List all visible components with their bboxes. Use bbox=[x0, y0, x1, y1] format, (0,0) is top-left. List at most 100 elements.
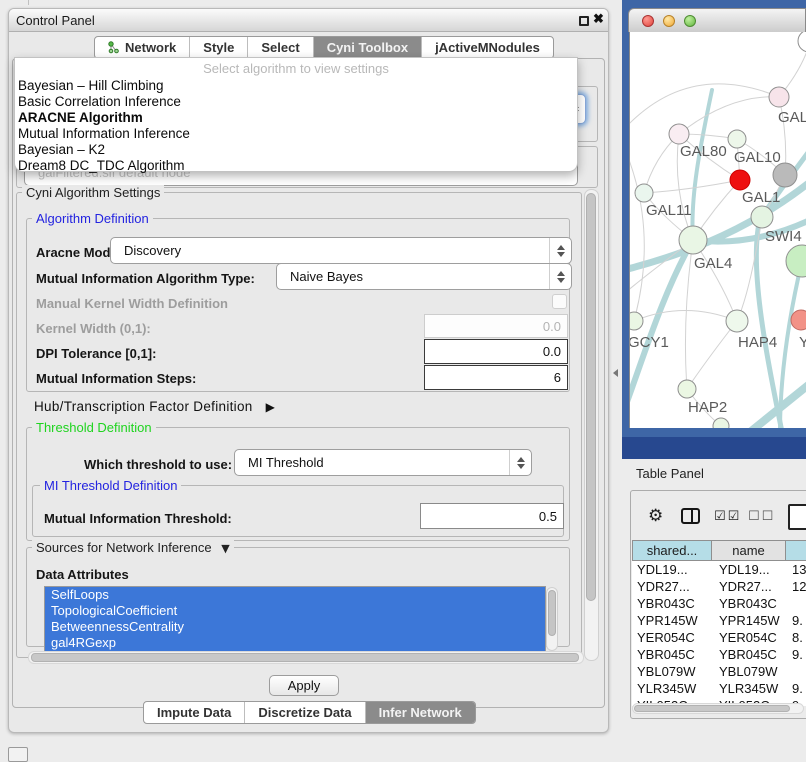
which-threshold-combo[interactable]: MI Threshold bbox=[234, 449, 532, 476]
algorithm-option[interactable]: Bayesian – K2 bbox=[15, 142, 577, 158]
algorithm-option[interactable]: Dream8 DC_TDC Algorithm bbox=[15, 158, 577, 174]
network-graph: GAL GAL80 GAL10 GAL1 GAL11 SWI4 GAL4 GCY… bbox=[630, 32, 806, 428]
mi-algorithm-type-combo[interactable]: Naive Bayes bbox=[276, 263, 572, 290]
attribute-item-selected[interactable]: gal4RGexp bbox=[45, 635, 545, 651]
data-attributes-list: SelfLoops TopologicalCoefficient Between… bbox=[44, 586, 546, 652]
combo-spinner-icon bbox=[549, 238, 571, 263]
node-GAL1[interactable] bbox=[730, 170, 750, 190]
checked-boxes-icon[interactable]: ☑☑ bbox=[714, 509, 741, 524]
mi-steps-field[interactable]: 6 bbox=[424, 365, 568, 390]
table-hscrollbar[interactable] bbox=[632, 703, 804, 714]
algorithm-option-selected[interactable]: ARACNE Algorithm bbox=[15, 110, 577, 126]
hub-definition-toggle[interactable]: Hub/Transcription Factor Definition ▶ bbox=[34, 399, 275, 414]
column-header-partial[interactable] bbox=[785, 540, 806, 561]
close-panel-icon[interactable]: ✖ bbox=[593, 11, 604, 27]
apply-button[interactable]: Apply bbox=[269, 675, 339, 696]
node-unlabeled-green[interactable] bbox=[786, 245, 806, 277]
table-row[interactable]: YLR345WYLR345W9. bbox=[632, 680, 806, 697]
node-SWI4[interactable] bbox=[751, 206, 773, 228]
cell-shared: YBR043C bbox=[632, 596, 711, 611]
tab-select-label: Select bbox=[261, 40, 299, 55]
node-label-GCY1: GCY1 bbox=[630, 334, 669, 351]
cell-value: 9. bbox=[785, 613, 803, 628]
tab-style[interactable]: Style bbox=[189, 37, 247, 58]
node-unlabeled-top[interactable] bbox=[798, 32, 806, 52]
node-GAL[interactable] bbox=[769, 87, 789, 107]
settings-scrollbar[interactable] bbox=[584, 189, 599, 661]
settings-hscrollbar-thumb[interactable] bbox=[31, 653, 579, 662]
tab-cyni-toolbox[interactable]: Cyni Toolbox bbox=[313, 37, 421, 58]
split-columns-icon[interactable] bbox=[681, 508, 700, 524]
node-label-GAL10: GAL10 bbox=[734, 149, 781, 166]
tab-jactivemnodules[interactable]: jActiveMNodules bbox=[421, 37, 553, 58]
node-Y[interactable] bbox=[791, 310, 806, 330]
aracne-mode-combo[interactable]: Discovery bbox=[110, 237, 572, 264]
node-HAP2[interactable] bbox=[678, 380, 696, 398]
data-attributes-label: Data Attributes bbox=[36, 567, 129, 582]
dpi-tolerance-field[interactable]: 0.0 bbox=[424, 339, 568, 364]
manual-kernel-width-checkbox[interactable] bbox=[552, 294, 567, 309]
cell-shared: YPR145W bbox=[632, 613, 711, 628]
table-hscrollbar-thumb[interactable] bbox=[634, 705, 790, 712]
attributes-list-scrollbar[interactable] bbox=[546, 587, 558, 651]
attributes-list-scrollbar-thumb[interactable] bbox=[548, 590, 556, 636]
panel-divider-grip-icon[interactable] bbox=[613, 369, 618, 377]
tab-network[interactable]: Network bbox=[95, 37, 189, 58]
tab-network-label: Network bbox=[125, 40, 176, 55]
node-label-GAL80: GAL80 bbox=[680, 143, 727, 160]
table-row[interactable]: YPR145WYPR145W9. bbox=[632, 612, 806, 629]
node-GAL80[interactable] bbox=[669, 124, 689, 144]
tab-infer-network[interactable]: Infer Network bbox=[365, 702, 475, 723]
algorithm-option[interactable]: Basic Correlation Inference bbox=[15, 94, 577, 110]
window-minimize-button[interactable] bbox=[663, 15, 675, 27]
column-header-name[interactable]: name bbox=[711, 540, 786, 561]
node-HAP4[interactable] bbox=[726, 310, 748, 332]
node-unlabeled-gray[interactable] bbox=[773, 163, 797, 187]
tab-select[interactable]: Select bbox=[247, 37, 312, 58]
node-unlabeled-bottom[interactable] bbox=[713, 418, 729, 428]
column-header-shared[interactable]: shared... bbox=[632, 540, 712, 561]
control-panel-titlebar[interactable] bbox=[9, 9, 608, 32]
tab-discretize-data[interactable]: Discretize Data bbox=[244, 702, 364, 723]
table-row[interactable]: YBR043CYBR043C bbox=[632, 595, 806, 612]
algorithm-option[interactable]: Mutual Information Inference bbox=[15, 126, 577, 142]
unchecked-boxes-icon[interactable]: ☐☐ bbox=[748, 509, 775, 524]
settings-hscrollbar[interactable] bbox=[28, 651, 584, 664]
table-body: YDL19...YDL19...13 YDR27...YDR27...12 YB… bbox=[632, 561, 806, 706]
network-canvas[interactable]: GAL GAL80 GAL10 GAL1 GAL11 SWI4 GAL4 GCY… bbox=[629, 32, 806, 428]
kernel-width-field[interactable]: 0.0 bbox=[424, 314, 568, 338]
expand-right-arrow-icon[interactable]: ▶ bbox=[266, 400, 276, 414]
control-panel-tabbar: Network Style Select Cyni Toolbox jActiv… bbox=[94, 36, 554, 59]
hub-definition-label: Hub/Transcription Factor Definition bbox=[34, 399, 253, 414]
collapse-down-arrow-icon[interactable]: ▼ bbox=[221, 542, 229, 555]
table-row[interactable]: YDR27...YDR27...12 bbox=[632, 578, 806, 595]
sources-title-row[interactable]: Sources for Network Inference ▼ bbox=[32, 540, 234, 555]
table-row[interactable]: YDL19...YDL19...13 bbox=[632, 561, 806, 578]
window-zoom-button[interactable] bbox=[684, 15, 696, 27]
manual-kernel-width-label: Manual Kernel Width Definition bbox=[36, 296, 228, 311]
window-close-button[interactable] bbox=[642, 15, 654, 27]
node-GAL11[interactable] bbox=[635, 184, 653, 202]
gear-icon[interactable]: ⚙ bbox=[648, 506, 663, 526]
node-GAL4[interactable] bbox=[679, 226, 707, 254]
table-row[interactable]: YBL079WYBL079W bbox=[632, 663, 806, 680]
node-GCY1[interactable] bbox=[630, 312, 643, 330]
document-icon[interactable] bbox=[788, 504, 806, 530]
attribute-item-selected[interactable]: SelfLoops bbox=[45, 587, 545, 603]
table-row[interactable]: YER054CYER054C8. bbox=[632, 629, 806, 646]
attribute-item-selected[interactable]: BetweennessCentrality bbox=[45, 619, 545, 635]
float-window-icon[interactable] bbox=[579, 16, 589, 26]
table-row[interactable]: YBR045CYBR045C9. bbox=[632, 646, 806, 663]
algorithm-option[interactable]: Bayesian – Hill Climbing bbox=[15, 78, 577, 94]
network-window-titlebar[interactable] bbox=[628, 8, 806, 32]
attribute-item-selected[interactable]: TopologicalCoefficient bbox=[45, 603, 545, 619]
bottom-left-partial-button[interactable] bbox=[8, 747, 28, 762]
mi-threshold-field[interactable]: 0.5 bbox=[420, 503, 564, 529]
settings-scrollbar-thumb[interactable] bbox=[586, 193, 596, 601]
tab-impute-data[interactable]: Impute Data bbox=[144, 702, 244, 723]
cell-name: YBR043C bbox=[711, 596, 785, 611]
threshold-definition-title: Threshold Definition bbox=[32, 420, 156, 435]
mi-threshold-label: Mutual Information Threshold: bbox=[44, 511, 232, 526]
node-GAL10[interactable] bbox=[728, 130, 746, 148]
cell-value: 9. bbox=[785, 647, 803, 662]
